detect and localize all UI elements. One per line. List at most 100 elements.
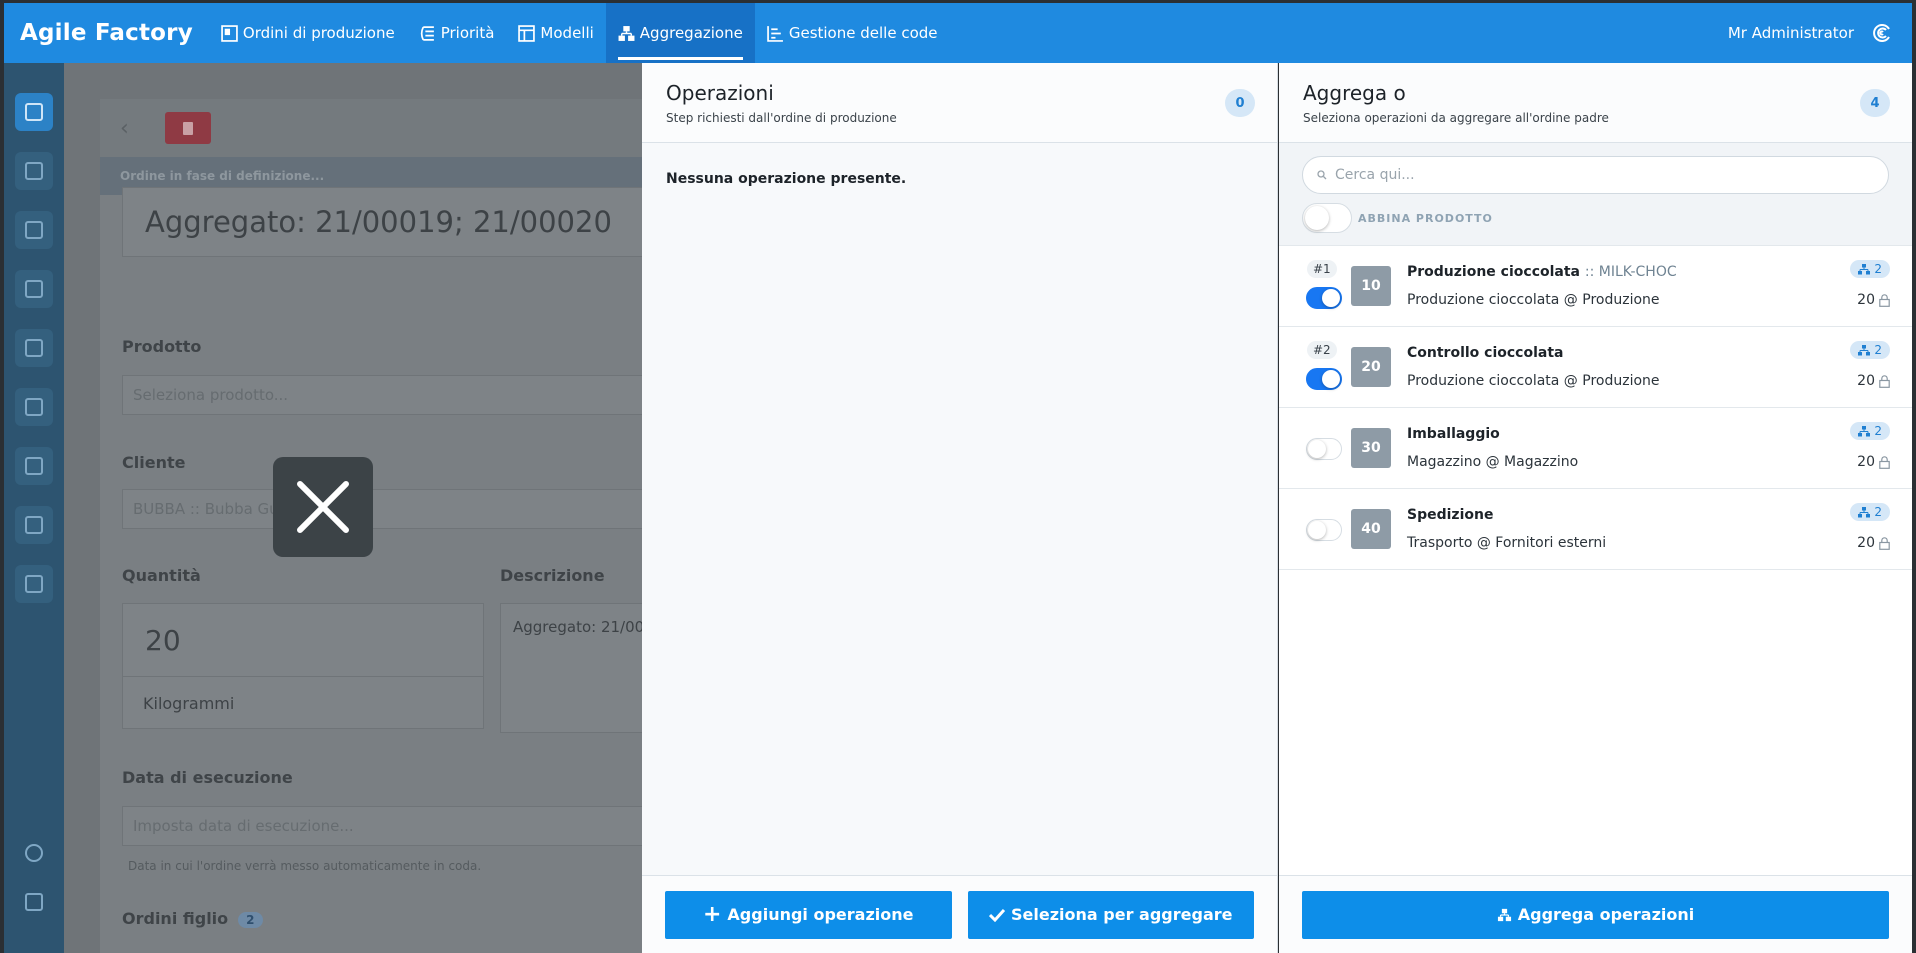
operation-qty: 20 (1857, 373, 1890, 389)
operations-count-badge: 0 (1225, 89, 1255, 117)
rail-stats-button[interactable] (15, 329, 53, 367)
back-chevron-icon[interactable]: ‹ (120, 116, 129, 141)
operation-toggle[interactable] (1306, 519, 1342, 541)
description-label: Descrizione (500, 566, 605, 585)
nav-item-ordini[interactable]: Ordini di produzione (209, 3, 407, 63)
factory-icon (25, 280, 43, 298)
operation-index: #2 (1307, 341, 1337, 359)
nav-item-code[interactable]: Gestione delle code (755, 3, 950, 63)
close-icon (297, 481, 349, 533)
nav-label: Priorità (440, 24, 495, 42)
rail-analytics-button[interactable] (15, 388, 53, 426)
delete-button[interactable] (164, 112, 211, 144)
children-count-badge: 2 (238, 912, 263, 928)
operation-toggle[interactable] (1306, 368, 1342, 390)
product-label: Prodotto (122, 337, 202, 356)
search-icon (1317, 170, 1327, 180)
operation-number: 30 (1351, 428, 1391, 468)
plus-icon: + (702, 901, 722, 927)
rail-settings-button[interactable] (15, 834, 53, 872)
operations-subtitle: Step richiesti dall'ordine di produzione (666, 111, 897, 125)
aggregation-icon (1858, 425, 1871, 436)
user-name[interactable]: Mr Administrator (1728, 24, 1854, 42)
trash-icon (182, 121, 193, 135)
rail-flow-button[interactable] (15, 506, 53, 544)
orders-icon (221, 24, 238, 42)
close-overlay-button[interactable] (273, 457, 373, 557)
operation-product-code: :: MILK-CHOC (1584, 264, 1677, 280)
exit-icon (25, 893, 43, 911)
quantity-label: Quantità (122, 566, 201, 585)
top-navbar: Agile Factory Ordini di produzione Prior… (4, 3, 1912, 63)
date-label: Data di esecuzione (122, 768, 293, 787)
rail-logout-button[interactable] (15, 883, 53, 921)
product-select[interactable]: Seleziona prodotto... (122, 375, 642, 415)
operation-place: Magazzino @ Magazzino (1407, 454, 1579, 470)
lock-icon (1879, 536, 1890, 550)
aggregation-icon (1858, 344, 1871, 355)
quantity-box: 20 Kilogrammi (122, 603, 484, 729)
nav-label: Modelli (540, 24, 594, 42)
operations-empty-message: Nessuna operazione presente. (666, 171, 907, 187)
operation-toggle[interactable] (1306, 287, 1342, 309)
rail-save-button[interactable] (15, 211, 53, 249)
save-icon (25, 221, 43, 239)
aggregate-operations-button[interactable]: Aggrega operazioni (1302, 890, 1889, 939)
flow-icon (25, 516, 43, 534)
side-rail (4, 63, 64, 953)
operation-number: 10 (1351, 266, 1391, 306)
operation-place: Trasporto @ Fornitori esterni (1407, 535, 1607, 551)
nav-item-aggregazione[interactable]: Aggregazione (605, 3, 755, 63)
date-input[interactable]: Imposta data di esecuzione... (122, 806, 642, 846)
operation-number: 20 (1351, 347, 1391, 387)
list-item[interactable]: 30 Imballaggio Magazzino @ Magazzino 2 2… (1279, 408, 1912, 489)
quantity-input[interactable]: 20 (123, 604, 483, 677)
nav-item-modelli[interactable]: Modelli (506, 3, 605, 63)
operations-panel: Operazioni Step richiesti dall'ordine di… (642, 63, 1278, 953)
lock-icon (1879, 374, 1890, 388)
select-to-aggregate-button[interactable]: Seleziona per aggregare (967, 890, 1254, 939)
aggregated-badge: 2 (1850, 422, 1890, 440)
list-item[interactable]: #1 10 Produzione cioccolata :: MILK-CHOC… (1279, 246, 1912, 327)
aggregation-icon (618, 25, 635, 41)
nav-label: Aggregazione (639, 24, 743, 42)
search-placeholder: Cerca qui... (1335, 167, 1415, 183)
rail-priority-button[interactable] (15, 152, 53, 190)
description-textarea[interactable]: Aggregato: 21/00 (500, 603, 642, 733)
operation-qty: 20 (1857, 454, 1890, 470)
children-label-text: Ordini figlio (122, 909, 229, 928)
aggregate-operations-list: #1 10 Produzione cioccolata :: MILK-CHOC… (1279, 246, 1912, 875)
list-item[interactable]: 40 Spedizione Trasporto @ Fornitori este… (1279, 489, 1912, 570)
operation-toggle[interactable] (1306, 438, 1342, 460)
operations-title: Operazioni (666, 81, 774, 105)
rail-factory-button[interactable] (15, 270, 53, 308)
nav-label: Gestione delle code (788, 24, 938, 42)
sliders-icon (25, 162, 43, 180)
aggregated-badge: 2 (1850, 341, 1890, 359)
app-title[interactable]: Agile Factory (4, 20, 209, 46)
add-operation-button[interactable]: + Aggiungi operazione (665, 890, 952, 939)
rail-orders-button[interactable] (15, 93, 53, 131)
unit-select[interactable]: Kilogrammi (123, 677, 483, 729)
operation-index: #1 (1307, 260, 1337, 278)
search-input[interactable]: Cerca qui... (1302, 156, 1889, 194)
nav-item-priorita[interactable]: Priorità (407, 3, 507, 63)
aggregation-icon (1858, 506, 1871, 517)
operation-qty: 20 (1857, 535, 1890, 551)
clipboard-icon (25, 103, 43, 121)
aggregate-count-badge: 4 (1860, 89, 1890, 117)
aggregated-badge: 2 (1850, 503, 1890, 521)
rail-tools-button[interactable] (15, 565, 53, 603)
add-operation-label: Aggiungi operazione (727, 905, 914, 924)
aggregated-badge: 2 (1850, 260, 1890, 278)
aggregated-count: 2 (1874, 505, 1882, 519)
rail-list-button[interactable] (15, 447, 53, 485)
operation-qty-value: 20 (1857, 373, 1875, 389)
list-item[interactable]: #2 20 Controllo cioccolata Produzione ci… (1279, 327, 1912, 408)
order-title-field[interactable]: Aggregato: 21/00019; 21/00020 (122, 187, 642, 257)
aggregate-operations-label: Aggrega operazioni (1517, 905, 1695, 924)
client-select[interactable]: BUBBA :: Bubba Gum (122, 489, 642, 529)
operation-name: Imballaggio (1407, 426, 1500, 442)
match-product-toggle[interactable] (1302, 203, 1352, 233)
logout-spiral-icon[interactable] (1872, 23, 1892, 43)
